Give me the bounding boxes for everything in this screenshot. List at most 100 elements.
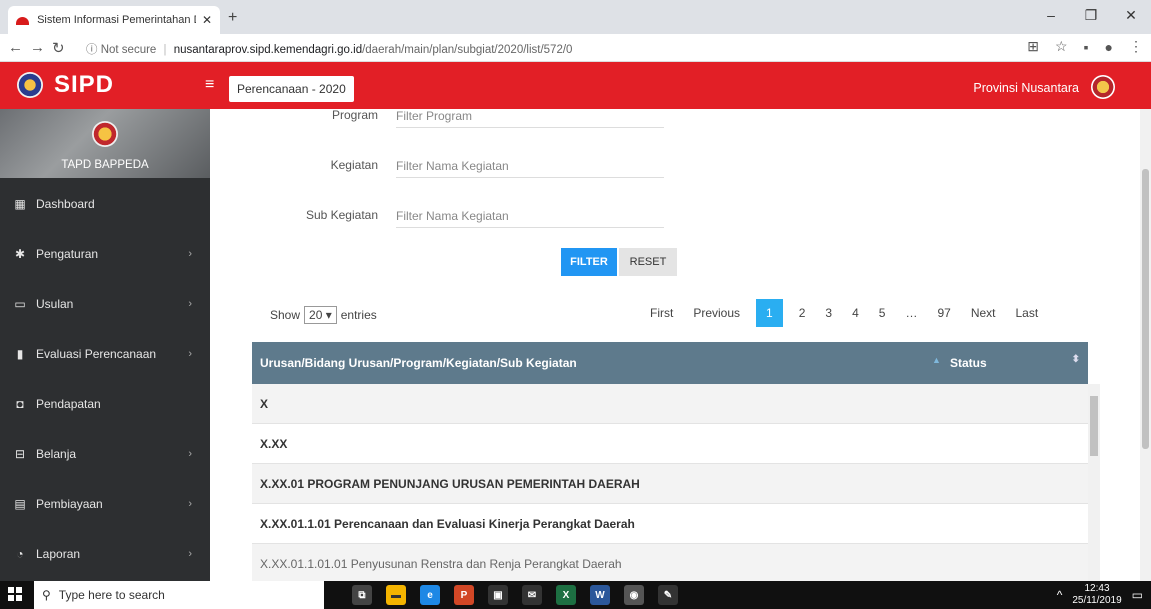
browser-menu-icon[interactable]: ⋮	[1129, 38, 1143, 55]
new-tab-button[interactable]: +	[228, 9, 237, 27]
reload-icon[interactable]: ↻	[52, 39, 65, 57]
restore-button[interactable]: ❐	[1071, 0, 1111, 30]
url-field[interactable]: ⓘ Not secure | nusantaraprov.sipd.kemend…	[86, 41, 572, 57]
entries-length-control: Show 20 ▾ entries	[270, 306, 377, 324]
cart-icon: ⊟	[14, 447, 26, 461]
page-link-4[interactable]: 4	[842, 299, 869, 327]
edge-browser-icon[interactable]: e	[420, 585, 440, 605]
word-icon[interactable]: W	[590, 585, 610, 605]
subkegiatan-filter-input[interactable]	[396, 204, 664, 228]
dashboard-icon: ▦	[14, 197, 26, 211]
program-label: Program	[331, 108, 378, 122]
filter-button[interactable]: FILTER	[561, 248, 617, 276]
show-prefix: Show	[270, 308, 301, 322]
security-status: Not secure	[100, 44, 157, 56]
info-icon[interactable]: ⓘ	[86, 44, 98, 56]
bookmark-star-icon[interactable]: ☆	[1055, 38, 1068, 55]
sidebar-item-belanja[interactable]: ⊟ Belanja ›	[0, 439, 210, 469]
windows-start-icon[interactable]	[8, 587, 22, 601]
row-text: X.XX.01.1.01.01 Penyusunan Renstra dan R…	[260, 556, 622, 571]
paint-icon[interactable]: ✎	[658, 585, 678, 605]
period-selector[interactable]: Perencanaan - 2020	[229, 76, 354, 102]
tray-chevron-icon[interactable]: ^	[1057, 588, 1063, 602]
table-row[interactable]: X.XX.01.1.01.01 Penyusunan Renstra dan R…	[252, 544, 1088, 581]
powerpoint-icon[interactable]: P	[454, 585, 474, 605]
sidebar-item-dashboard[interactable]: ▦ Dashboard	[0, 189, 210, 219]
column-header-urusan[interactable]: Urusan/Bidang Urusan/Program/Kegiatan/Su…	[260, 356, 577, 370]
sidebar-item-usulan[interactable]: ▭ Usulan ›	[0, 289, 210, 319]
garuda-emblem-icon	[92, 121, 118, 147]
row-text: X.XX.01.1.01 Perencanaan dan Evaluasi Ki…	[260, 516, 635, 531]
page-scrollbar[interactable]	[1140, 109, 1151, 581]
window-controls: – ❐ ✕	[1031, 0, 1151, 34]
forward-arrow-icon[interactable]: →	[30, 39, 45, 56]
chevron-right-icon: ›	[188, 298, 192, 310]
store-icon[interactable]: ▣	[488, 585, 508, 605]
pagination: First Previous 1 2 3 4 5 … 97 Next Last	[640, 299, 1048, 327]
system-tray: ^ 12:43 25/11/2019 ▭	[1057, 583, 1143, 607]
site-favicon-icon	[16, 17, 30, 25]
sidebar-item-pengaturan[interactable]: ✱ Pengaturan ›	[0, 239, 210, 269]
mail-icon[interactable]: ✉	[522, 585, 542, 605]
table-row[interactable]: X.XX	[252, 424, 1088, 464]
sidebar-item-pendapatan[interactable]: ◘ Pendapatan	[0, 389, 210, 419]
sort-asc-icon[interactable]: ▲	[932, 355, 941, 365]
chevron-right-icon: ›	[188, 348, 192, 360]
table-row[interactable]: X.XX.01.1.01 Perencanaan dan Evaluasi Ki…	[252, 504, 1088, 544]
page-link-last[interactable]: Last	[1006, 299, 1049, 327]
unit-name: TAPD BAPPEDA	[61, 159, 149, 171]
show-suffix: entries	[340, 308, 377, 322]
back-arrow-icon[interactable]: ←	[8, 39, 23, 56]
reset-button[interactable]: RESET	[619, 248, 677, 276]
page-link-ellipsis: …	[905, 306, 918, 320]
excel-icon[interactable]: X	[556, 585, 576, 605]
close-window-button[interactable]: ✕	[1111, 0, 1151, 30]
row-text: X.XX.01 PROGRAM PENUNJANG URUSAN PEMERIN…	[260, 476, 640, 491]
sidebar-item-label: Laporan	[36, 547, 81, 561]
browser-tab-bar: Sistem Informasi Pemerintahan D ✕ + – ❐ …	[0, 0, 1151, 34]
chevron-right-icon: ›	[188, 498, 192, 510]
clock[interactable]: 12:43 25/11/2019	[1072, 583, 1121, 607]
page-link-previous[interactable]: Previous	[683, 299, 750, 327]
kegiatan-filter-input[interactable]	[396, 154, 664, 178]
brand-name[interactable]: SIPD	[54, 71, 114, 99]
file-explorer-icon[interactable]: ▬	[386, 585, 406, 605]
sidebar-item-label: Belanja	[36, 447, 77, 461]
pie-chart-icon: ◔	[16, 547, 24, 561]
program-filter-input[interactable]	[396, 104, 664, 128]
chevron-right-icon: ›	[188, 548, 192, 560]
table-row[interactable]: X	[252, 384, 1088, 424]
table-scrollbar[interactable]	[1088, 384, 1100, 581]
page-link-5[interactable]: 5	[869, 299, 896, 327]
page-link-next[interactable]: Next	[961, 299, 1006, 327]
page-link-97[interactable]: 97	[927, 299, 960, 327]
tab-close-icon[interactable]: ✕	[202, 13, 212, 27]
page-link-1[interactable]: 1	[756, 299, 783, 327]
sort-icon[interactable]: ⬍	[1072, 354, 1080, 365]
page-link-2[interactable]: 2	[789, 299, 816, 327]
translate-icon[interactable]: ⊞	[1027, 38, 1039, 55]
table-row[interactable]: X.XX.01 PROGRAM PENUNJANG URUSAN PEMERIN…	[252, 464, 1088, 504]
table-body: X X.XX X.XX.01 PROGRAM PENUNJANG URUSAN PE…	[252, 384, 1088, 581]
user-avatar[interactable]	[1091, 75, 1115, 99]
sidebar-item-evaluasi-perencanaan[interactable]: ▮ Evaluasi Perencanaan ›	[0, 339, 210, 369]
page-link-first[interactable]: First	[640, 299, 683, 327]
entries-select[interactable]: 20 ▾	[304, 306, 337, 324]
browser-tab[interactable]: Sistem Informasi Pemerintahan D ✕	[8, 6, 220, 34]
page-link-3[interactable]: 3	[815, 299, 842, 327]
profile-icon[interactable]: ●	[1105, 39, 1113, 55]
taskbar-search[interactable]: ⚲ Type here to search	[34, 581, 324, 609]
sidebar-item-laporan[interactable]: ◔ Laporan ›	[0, 539, 210, 569]
browser-toolbar-icons: ⊞ ☆ ▪ ● ⋮	[1027, 38, 1143, 55]
province-name[interactable]: Provinsi Nusantara	[973, 81, 1079, 95]
extension-icon[interactable]: ▪	[1084, 39, 1089, 55]
taskbar-apps: ⧉ ▬ e P ▣ ✉ X W ◉ ✎	[352, 585, 678, 605]
minimize-button[interactable]: –	[1031, 0, 1071, 30]
sidebar-item-pembiayaan[interactable]: ▤ Pembiayaan ›	[0, 489, 210, 519]
hamburger-menu-icon[interactable]: ≡	[205, 76, 214, 94]
chrome-icon[interactable]: ◉	[624, 585, 644, 605]
column-header-status[interactable]: Status	[950, 356, 987, 370]
url-host: nusantaraprov.sipd.kemendagri.go.id	[173, 44, 363, 56]
task-view-icon[interactable]: ⧉	[352, 585, 372, 605]
notification-icon[interactable]: ▭	[1132, 588, 1143, 602]
